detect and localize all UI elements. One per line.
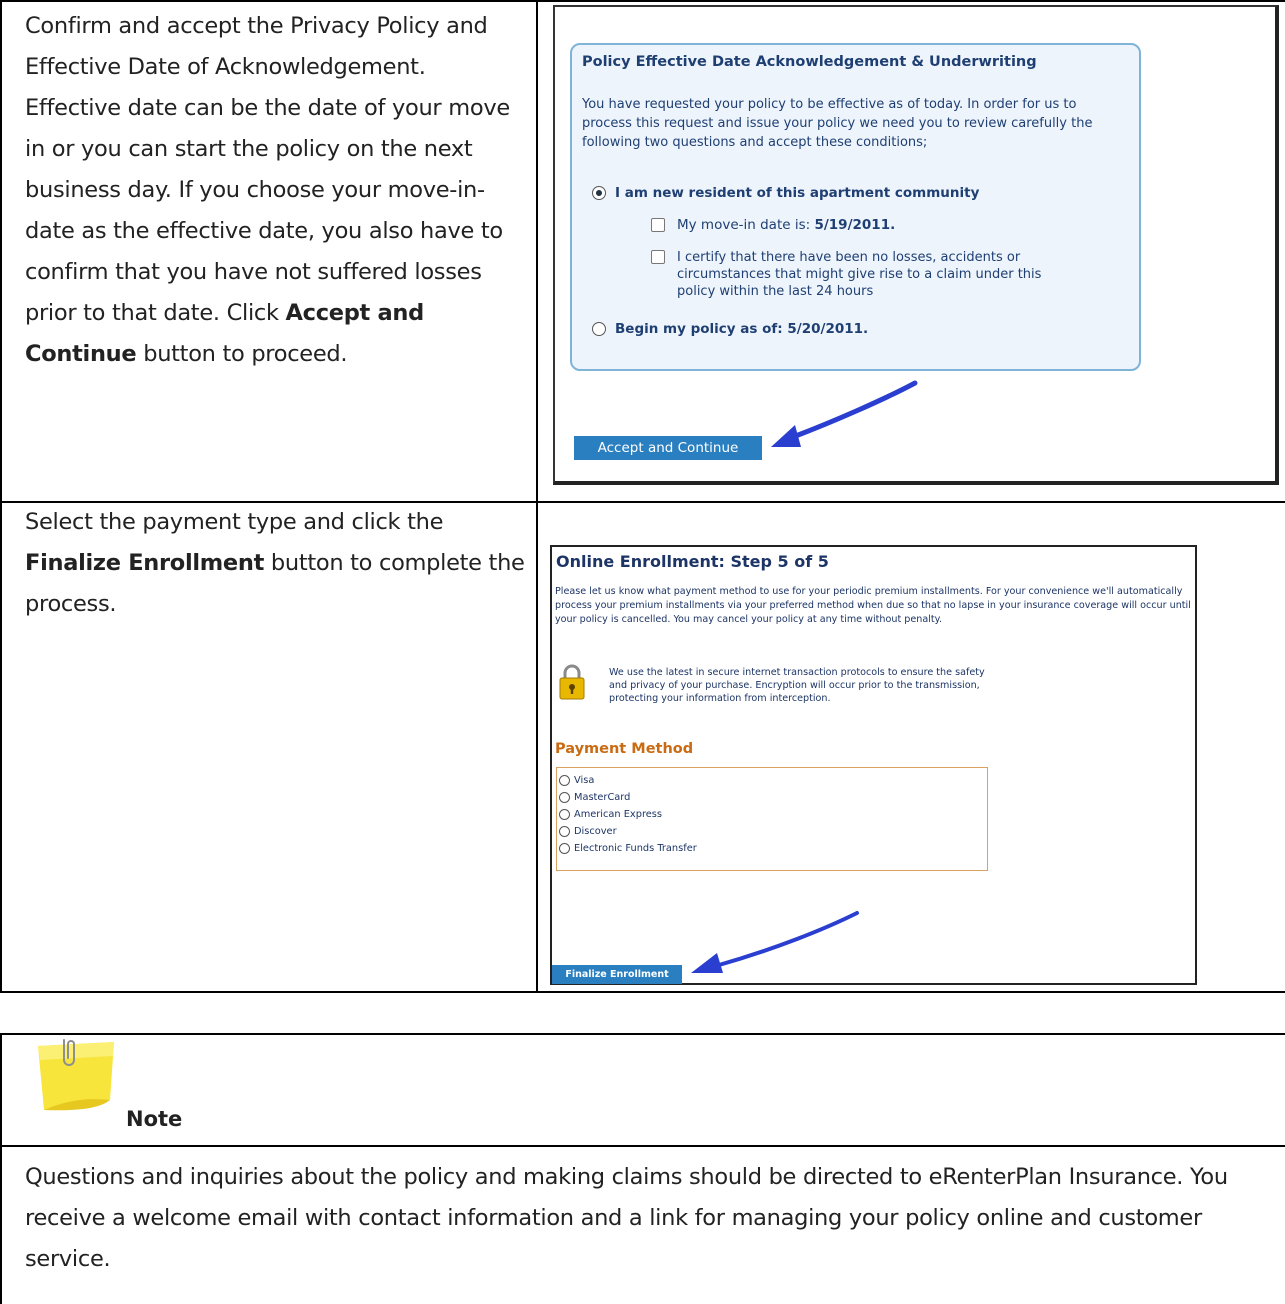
payment-intro: Please let us know what payment method t…: [555, 586, 1191, 625]
begin-date: 5/20/2011.: [787, 321, 869, 337]
payment-option-visa[interactable]: Visa: [557, 772, 987, 789]
arrow-icon: [771, 380, 918, 447]
payment-option-eft[interactable]: Electronic Funds Transfer: [557, 840, 987, 857]
finalize-enrollment-emphasis: Finalize Enrollment: [25, 550, 265, 576]
move-in-checkbox[interactable]: [651, 218, 665, 232]
payment-method-box: Visa MasterCard American Express Discove…: [556, 767, 988, 871]
payment-radio[interactable]: [559, 775, 570, 786]
step1-instructions: Confirm and accept the Privacy Policy an…: [25, 13, 510, 367]
enrollment-step-title: Online Enrollment: Step 5 of 5: [556, 552, 829, 571]
move-in-date-check[interactable]: My move-in date is: 5/19/2011.: [651, 217, 895, 233]
step2-instructions: Select the payment type and click the Fi…: [25, 509, 525, 617]
table-top-rule: [0, 0, 1285, 2]
acknowledgement-panel: Policy Effective Date Acknowledgement & …: [570, 43, 1141, 371]
table-bottom-rule: [0, 991, 1285, 993]
certify-checkbox[interactable]: [651, 250, 665, 264]
panel-title: Policy Effective Date Acknowledgement & …: [582, 54, 1037, 70]
note-label: Note: [126, 1107, 183, 1131]
new-resident-option[interactable]: I am new resident of this apartment comm…: [592, 185, 979, 201]
payment-radio[interactable]: [559, 843, 570, 854]
acknowledgement-screenshot: Policy Effective Date Acknowledgement & …: [553, 5, 1279, 485]
sticky-note-icon: [38, 1039, 114, 1111]
new-resident-radio[interactable]: [592, 186, 606, 200]
begin-policy-radio[interactable]: [592, 322, 606, 336]
payment-option-discover[interactable]: Discover: [557, 823, 987, 840]
table-column-rule: [536, 0, 538, 993]
arrow-icon: [691, 911, 859, 973]
table-left-rule: [0, 0, 2, 993]
note-top-rule: [0, 1033, 1285, 1035]
note-left-rule: [0, 1033, 2, 1304]
payment-radio[interactable]: [559, 826, 570, 837]
secure-transaction-text: We use the latest in secure internet tra…: [609, 667, 985, 704]
lock-icon: [559, 664, 585, 700]
accept-and-continue-button[interactable]: Accept and Continue: [574, 436, 762, 460]
panel-intro: You have requested your policy to be eff…: [582, 97, 1093, 150]
payment-screenshot: Online Enrollment: Step 5 of 5 Please le…: [550, 545, 1197, 985]
finalize-enrollment-button[interactable]: Finalize Enrollment: [552, 965, 682, 984]
payment-method-heading: Payment Method: [555, 741, 694, 757]
move-in-date: 5/19/2011.: [814, 217, 896, 233]
note-body: Questions and inquiries about the policy…: [25, 1164, 1228, 1272]
payment-radio[interactable]: [559, 809, 570, 820]
begin-policy-option[interactable]: Begin my policy as of: 5/20/2011.: [592, 321, 868, 337]
certify-check[interactable]: I certify that there have been no losses…: [651, 249, 1071, 300]
payment-radio[interactable]: [559, 792, 570, 803]
note-divider-rule: [0, 1145, 1285, 1147]
payment-option-mastercard[interactable]: MasterCard: [557, 789, 987, 806]
payment-option-amex[interactable]: American Express: [557, 806, 987, 823]
